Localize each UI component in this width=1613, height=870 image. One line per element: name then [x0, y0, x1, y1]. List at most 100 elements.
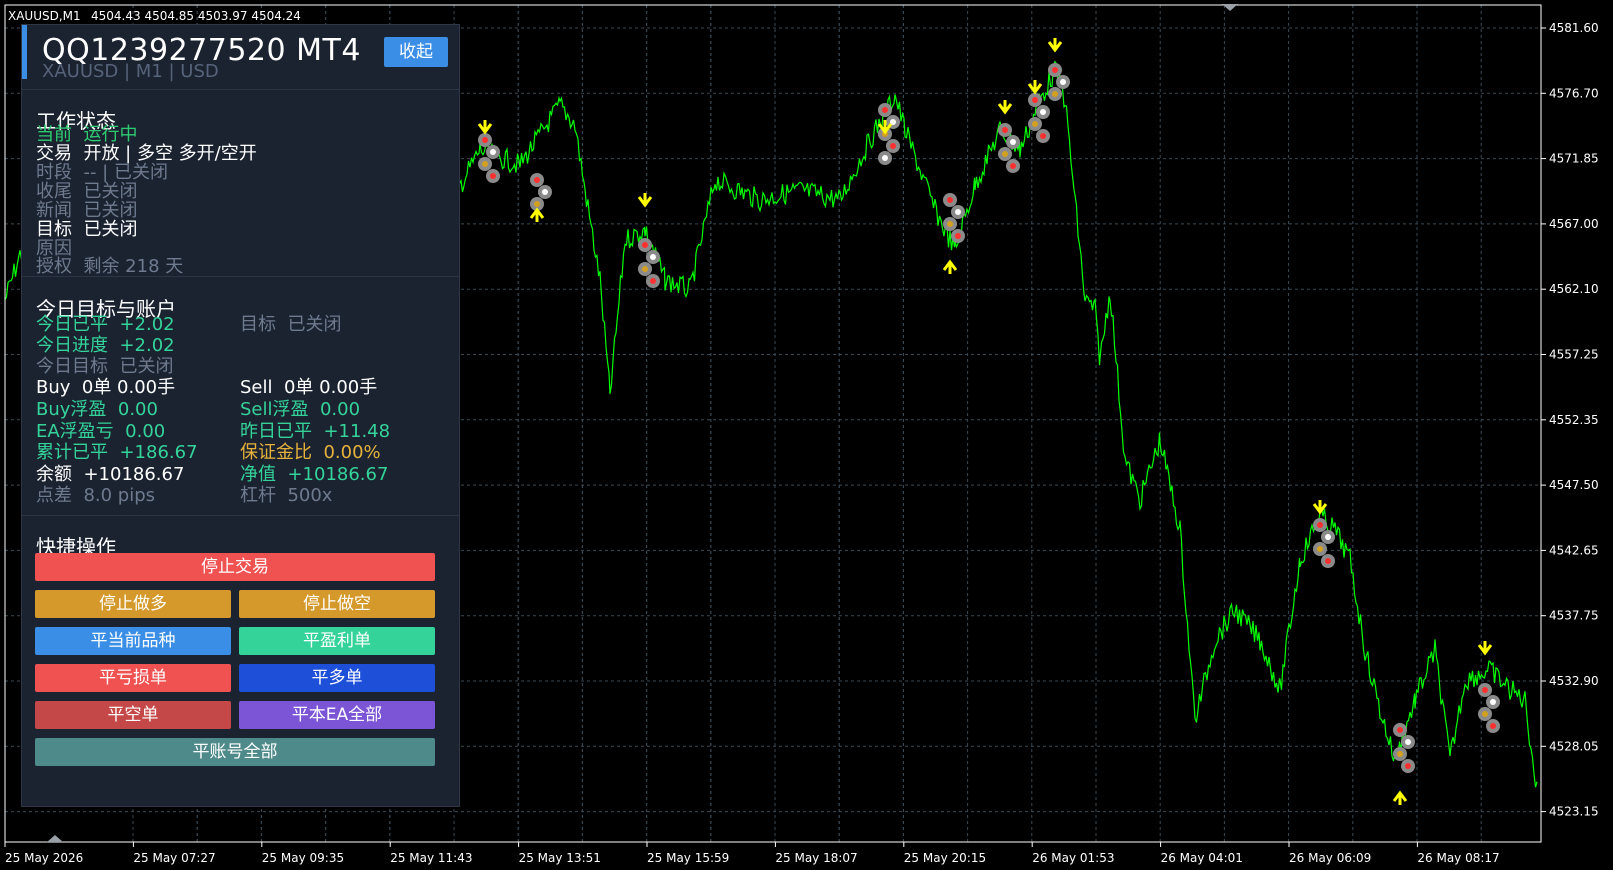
time-tick-label: 25 May 09:35 [262, 851, 344, 865]
order-marker-core [1405, 739, 1411, 745]
progress-label: 今日进度 [36, 335, 108, 356]
price-tick-label: 4542.65 [1549, 543, 1599, 557]
sell-arrow-icon [1027, 80, 1043, 95]
order-marker-core [1482, 687, 1488, 693]
leverage-value: 500x [287, 485, 333, 506]
time-tick-label: 26 May 08:17 [1417, 851, 1499, 865]
close-profit-button[interactable]: 平盈利单 [239, 627, 435, 655]
price-tick-label: 4557.25 [1549, 348, 1599, 362]
order-marker-core [650, 254, 656, 260]
sell-arrow-icon [477, 120, 493, 135]
order-marker-core [1490, 723, 1496, 729]
stop-short-button[interactable]: 停止做空 [239, 590, 435, 618]
divider [22, 89, 459, 90]
order-marker-core [1482, 711, 1488, 717]
status-current-value: 运行中 [83, 124, 138, 145]
status-trade-row: 交易 开放 | 多空 多开/空开 [36, 144, 257, 164]
order-marker-core [955, 233, 961, 239]
target-label: 目标 [240, 314, 276, 335]
spread-row: 点差 8.0 pips [36, 486, 155, 506]
margin-value: 0.00% [323, 442, 381, 463]
progress-row: 今日进度 +2.02 [36, 336, 175, 356]
price-tick-label: 4552.35 [1549, 413, 1599, 427]
close-buy-button[interactable]: 平多单 [239, 664, 435, 692]
status-license-row: 授权 剩余 218 天 [36, 257, 183, 277]
price-tick-label: 4528.05 [1549, 739, 1599, 753]
today-closed-value: +2.02 [119, 314, 175, 335]
stop-long-button[interactable]: 停止做多 [35, 590, 231, 618]
today-closed-row: 今日已平 +2.02 [36, 315, 175, 335]
order-marker-core [1405, 763, 1411, 769]
order-marker-core [1010, 139, 1016, 145]
order-marker-core [1002, 127, 1008, 133]
today-target-row: 今日目标 已关闭 [36, 357, 173, 377]
status-session-value: -- | 已关闭 [83, 162, 168, 183]
stop-trading-button[interactable]: 停止交易 [35, 553, 435, 581]
close-loss-button[interactable]: 平亏损单 [35, 664, 231, 692]
order-marker-core [1397, 727, 1403, 733]
order-marker-core [882, 107, 888, 113]
order-marker-core [482, 137, 488, 143]
total-closed-label: 累计已平 [36, 442, 108, 463]
status-news-value: 已关闭 [83, 200, 138, 221]
time-tick-label: 25 May 20:15 [904, 851, 986, 865]
ea-float-label: EA浮盈亏 [36, 421, 114, 442]
sell-value: 0单 0.00手 [283, 377, 378, 398]
time-tick-label: 25 May 11:43 [390, 851, 472, 865]
price-tick-label: 4523.15 [1549, 805, 1599, 819]
order-marker-core [1032, 97, 1038, 103]
chart-scroll-marker-icon[interactable] [47, 835, 63, 842]
ea-panel: XAUUSD | M1 | USD QQ1239277520 MT4 收起 工作… [21, 24, 460, 807]
time-tick-label: 25 May 18:07 [775, 851, 857, 865]
order-marker-core [1032, 121, 1038, 127]
time-tick-label: 26 May 01:53 [1032, 851, 1114, 865]
sell-arrow-icon [997, 100, 1013, 115]
sell-float-label: Sell浮盈 [240, 399, 309, 420]
order-marker-core [947, 221, 953, 227]
buy-row: Buy 0单 0.00手 [36, 378, 175, 398]
order-marker-core [1325, 534, 1331, 540]
time-axis: 25 May 2026 25 May 07:27 25 May 09:35 25 Ma… [4, 842, 1500, 865]
balance-label: 余额 [36, 464, 72, 485]
yesterday-label: 昨日已平 [240, 421, 312, 442]
status-close-label: 收尾 [36, 181, 72, 202]
margin-row: 保证金比 0.00% [240, 443, 381, 463]
close-symbol-button[interactable]: 平当前品种 [35, 627, 231, 655]
leverage-row: 杠杆 500x [240, 486, 332, 506]
close-account-all-button[interactable]: 平账号全部 [35, 738, 435, 766]
status-license-value: 剩余 218 天 [83, 256, 184, 277]
buy-float-row: Buy浮盈 0.00 [36, 400, 158, 420]
close-sell-button[interactable]: 平空单 [35, 701, 231, 729]
status-license-label: 授权 [36, 256, 72, 277]
order-marker-core [882, 155, 888, 161]
sell-float-row: Sell浮盈 0.00 [240, 400, 360, 420]
today-target-label: 今日目标 [36, 356, 108, 377]
status-news-row: 新闻 已关闭 [36, 201, 137, 221]
collapse-button[interactable]: 收起 [384, 37, 448, 67]
close-ea-all-button[interactable]: 平本EA全部 [239, 701, 435, 729]
price-tick-label: 4547.50 [1549, 478, 1599, 492]
target-row: 目标 已关闭 [240, 315, 341, 335]
equity-value: +10186.67 [287, 464, 389, 485]
buy-arrow-icon [1392, 790, 1408, 805]
status-current-row: 当前 运行中 [36, 125, 137, 145]
divider [22, 515, 459, 516]
order-marker-core [642, 242, 648, 248]
sell-label: Sell [240, 377, 273, 398]
order-marker-core [1397, 751, 1403, 757]
time-tick-label: 25 May 15:59 [647, 851, 729, 865]
status-target-row: 目标 已关闭 [36, 220, 137, 240]
yesterday-row: 昨日已平 +11.48 [240, 422, 390, 442]
buy-float-label: Buy浮盈 [36, 399, 107, 420]
trade-markers [477, 38, 1500, 805]
equity-row: 净值 +10186.67 [240, 465, 388, 485]
order-marker-core [1040, 109, 1046, 115]
order-marker-core [642, 266, 648, 272]
status-target-label: 目标 [36, 219, 72, 240]
yesterday-value: +11.48 [323, 421, 391, 442]
status-trade-value: 开放 | 多空 多开/空开 [83, 143, 257, 164]
total-closed-value: +186.67 [119, 442, 198, 463]
sell-arrow-icon [1047, 38, 1063, 53]
price-tick-label: 4576.70 [1549, 86, 1599, 100]
order-marker-core [1325, 558, 1331, 564]
